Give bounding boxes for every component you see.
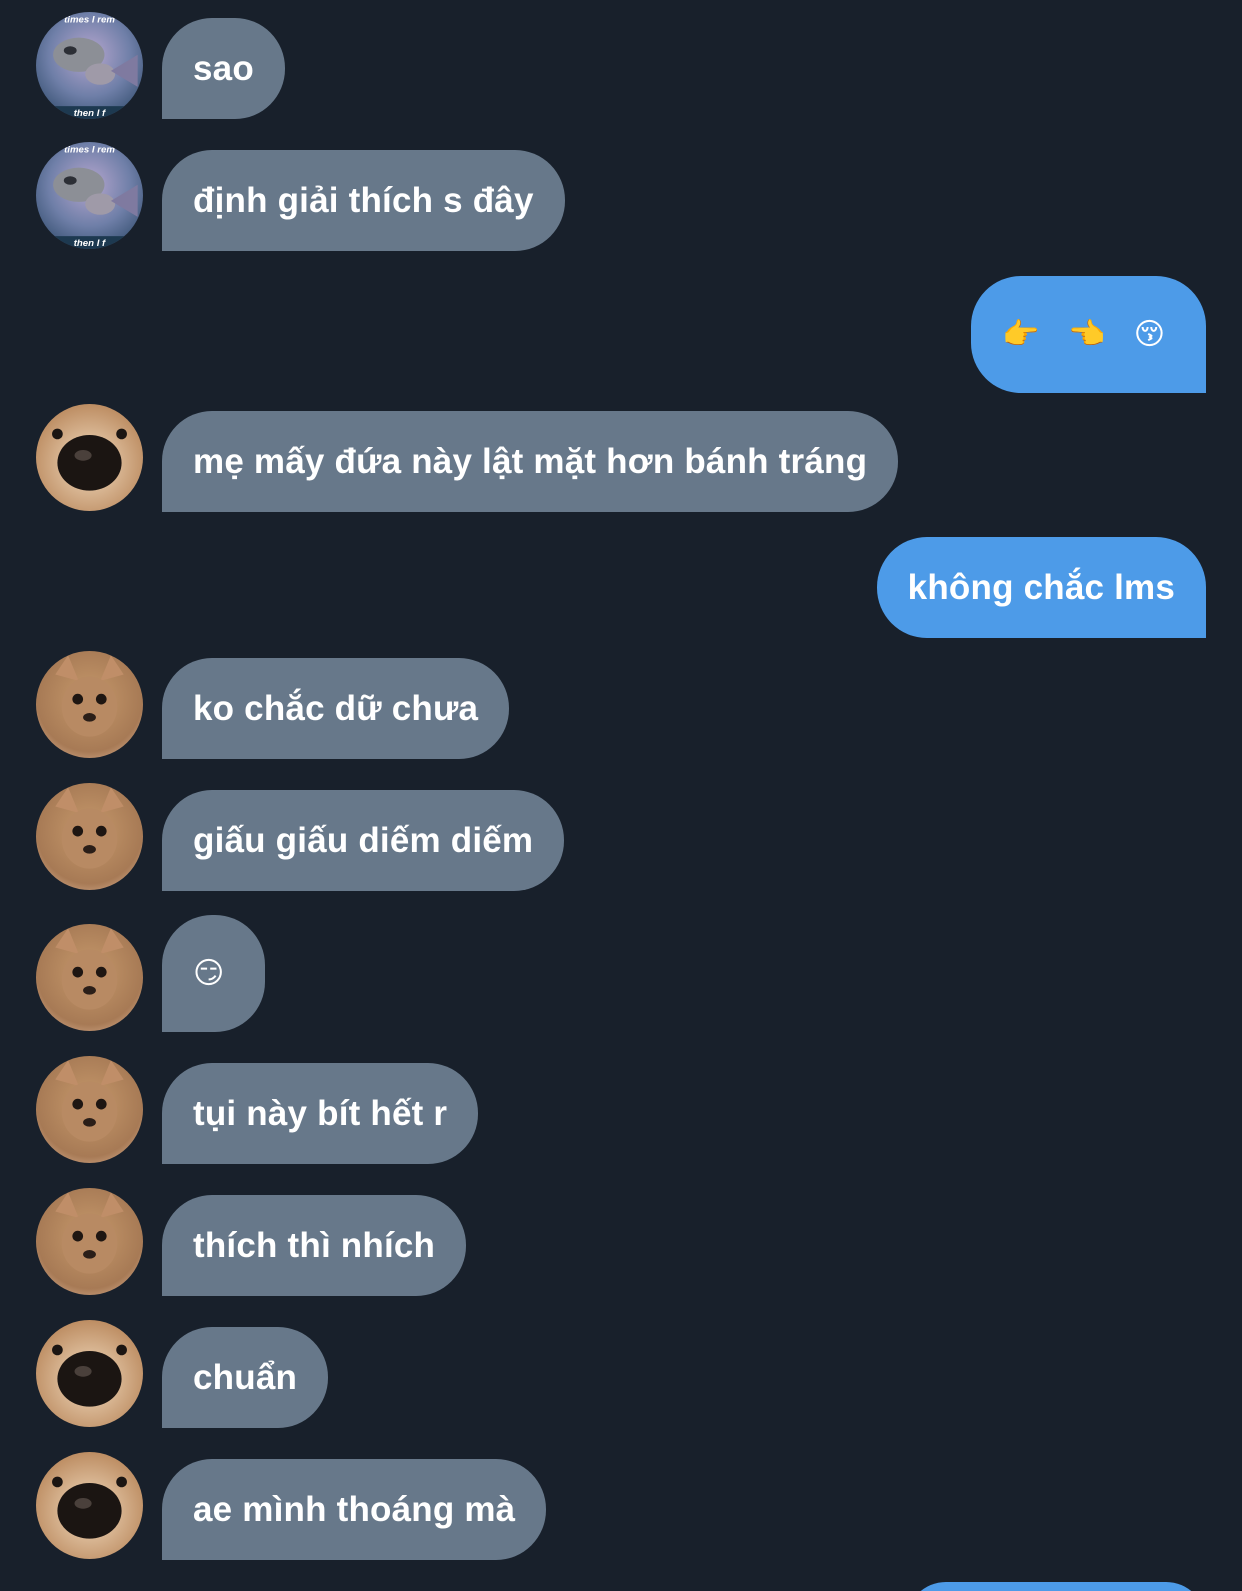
incoming-message-bubble[interactable]: sao	[162, 18, 285, 119]
emoji-message: 👉 👈 😚	[1002, 318, 1175, 351]
incoming-message-bubble[interactable]: ae mình thoáng mà	[162, 1459, 547, 1560]
incoming-message-bubble[interactable]: mẹ mấy đứa này lật mặt hơn bánh tráng	[162, 411, 899, 512]
chihuahua-avatar[interactable]	[36, 783, 143, 890]
avatar-caption-bottom: then I f	[74, 108, 107, 119]
avatar-caption-top: times I rem	[64, 15, 115, 26]
incoming-message-bubble[interactable]: tụi này bít hết r	[162, 1063, 479, 1164]
avatar-caption-bottom: then I f	[74, 238, 107, 249]
chihuahua-avatar[interactable]	[36, 1056, 143, 1163]
incoming-message-bubble[interactable]: định giải thích s đây	[162, 150, 565, 251]
incoming-message-bubble[interactable]: ko chắc dữ chưa	[162, 658, 510, 759]
avatar-caption-top: times I rem	[64, 145, 115, 156]
dog-nose-avatar[interactable]	[36, 404, 143, 511]
chihuahua-avatar[interactable]	[36, 651, 143, 758]
outgoing-message-bubble[interactable]: không chắc lms	[876, 537, 1206, 638]
raccoon-avatar[interactable]: times I rem then I f	[36, 142, 143, 249]
raccoon-avatar[interactable]: times I rem then I f	[36, 12, 143, 119]
incoming-message-bubble[interactable]: 😏	[162, 915, 266, 1032]
outgoing-message-bubble-partial[interactable]	[906, 1582, 1206, 1591]
outgoing-message-bubble[interactable]: 👉 👈 😚	[971, 276, 1206, 393]
dog-nose-avatar[interactable]	[36, 1452, 143, 1559]
incoming-message-bubble[interactable]: thích thì nhích	[162, 1195, 467, 1296]
emoji-message: 😏	[193, 957, 235, 990]
chihuahua-avatar[interactable]	[36, 924, 143, 1031]
dog-nose-avatar[interactable]	[36, 1320, 143, 1427]
message-thread: times I rem then I f sao times I rem the…	[0, 0, 1242, 1591]
incoming-message-bubble[interactable]: giấu giấu diếm diếm	[162, 790, 565, 891]
chihuahua-avatar[interactable]	[36, 1188, 143, 1295]
incoming-message-bubble[interactable]: chuẩn	[162, 1327, 329, 1428]
